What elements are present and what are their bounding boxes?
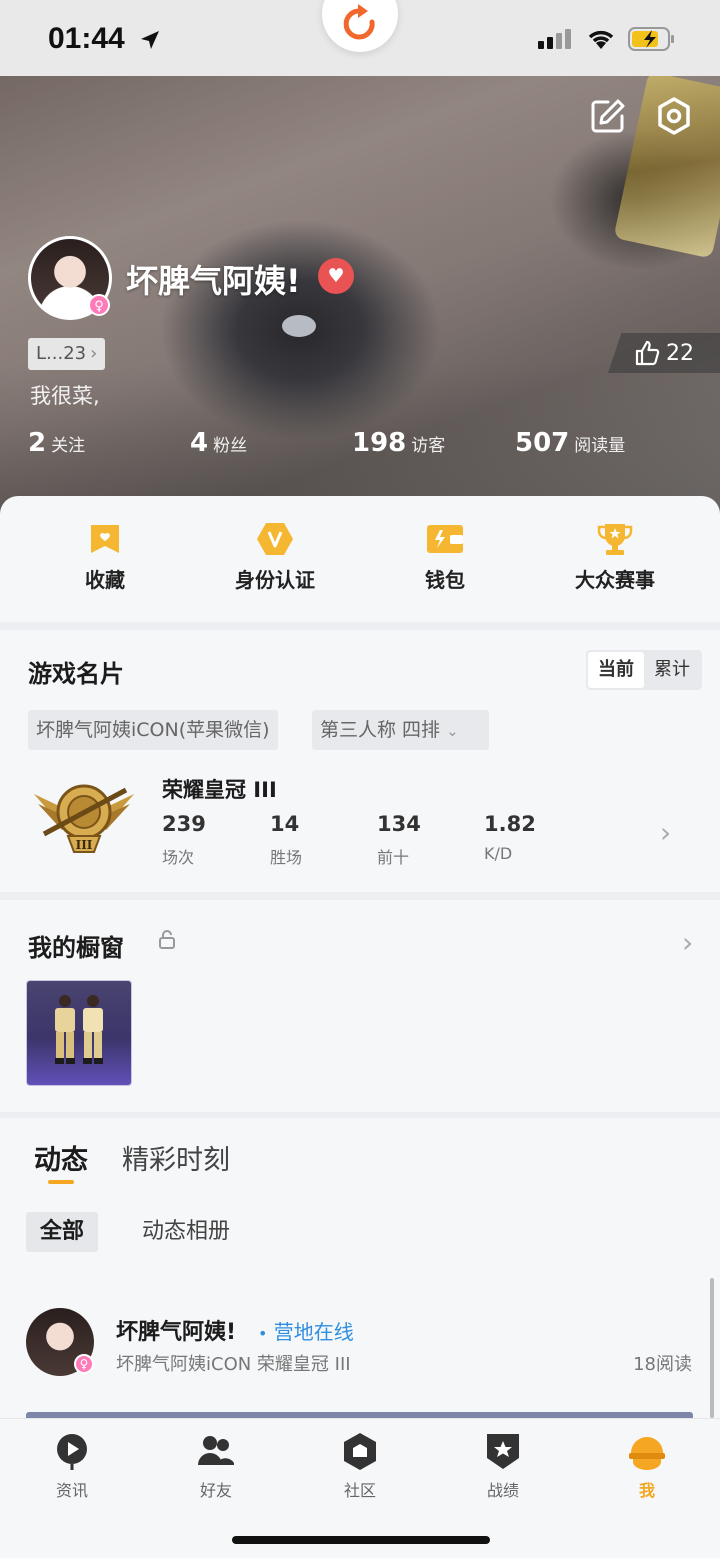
quick-actions: 收藏 身份认证 钱包 大众赛事: [0, 496, 720, 622]
like-count: 22: [666, 340, 694, 366]
toggle-cumulative[interactable]: 累计: [644, 652, 700, 688]
stat-reads[interactable]: 507 阅读量: [515, 428, 625, 468]
outfit-figures-icon: [55, 995, 103, 1064]
post-author-name[interactable]: 坏脾气阿姨!: [116, 1314, 236, 1346]
friends-icon: [198, 1436, 234, 1465]
stat-kd: 1.82 K/D: [484, 812, 536, 863]
stat-wins: 14 胜场: [270, 812, 303, 867]
post-meta: 坏脾气阿姨iCON 荣耀皇冠 III: [116, 1354, 351, 1375]
edit-icon[interactable]: [588, 96, 628, 136]
showcase-outfit-item[interactable]: [26, 980, 132, 1086]
toggle-current[interactable]: 当前: [588, 652, 644, 688]
scrollbar[interactable]: [710, 1278, 714, 1418]
chevron-right-icon[interactable]: ›: [660, 816, 671, 849]
rank-name: 荣耀皇冠 III: [162, 778, 277, 802]
profile-stats: 2 关注 4 粉丝 198 访客 507 阅读量: [28, 428, 708, 468]
wallet-icon: [427, 525, 463, 553]
subtab-all[interactable]: 全部: [26, 1212, 99, 1252]
online-status: • 营地在线: [258, 1320, 354, 1344]
profile-bio: 我很菜,: [30, 384, 100, 408]
game-card: 游戏名片 当前 累计 坏脾气阿姨iCON(苹果微信) 第三人称 四排 ⌄ III…: [0, 630, 720, 892]
thumbs-up-icon: [635, 340, 660, 366]
stat-following[interactable]: 2 关注: [28, 428, 190, 468]
svg-text:III: III: [76, 838, 93, 852]
game-account-chip[interactable]: 坏脾气阿姨iCON(苹果微信): [28, 710, 278, 750]
tab-highlights[interactable]: 精彩时刻: [122, 1138, 230, 1177]
subtab-album[interactable]: 动态相册: [128, 1212, 244, 1252]
game-mode-select[interactable]: 第三人称 四排 ⌄: [312, 710, 489, 750]
refresh-icon: [343, 4, 375, 40]
status-time: 01:44: [48, 22, 125, 55]
chevron-right-icon: ›: [90, 343, 98, 364]
profile-username: 坏脾气阿姨!: [126, 262, 301, 300]
female-gender-icon: ♀: [88, 294, 110, 316]
community-icon: [344, 1433, 376, 1470]
game-card-title: 游戏名片: [28, 660, 124, 688]
lock-icon: [159, 930, 175, 949]
level-text: L...23: [36, 343, 87, 364]
tab-me[interactable]: 我: [597, 1431, 697, 1501]
chevron-right-icon[interactable]: ›: [682, 926, 693, 959]
trophy-icon: [597, 524, 633, 555]
quick-action-verification[interactable]: 身份认证: [205, 522, 345, 622]
wifi-icon: [588, 30, 614, 49]
stat-followers[interactable]: 4 粉丝: [190, 428, 352, 468]
chevron-down-icon: ⌄: [446, 722, 459, 740]
quick-action-wallet[interactable]: 钱包: [375, 522, 515, 622]
stats-period-toggle: 当前 累计: [586, 650, 702, 690]
tab-posts[interactable]: 动态: [34, 1138, 88, 1177]
news-icon: [57, 1434, 87, 1470]
post-read-count: 18阅读: [633, 1354, 692, 1375]
battery-charging-icon: [628, 27, 674, 51]
bookmark-icon: [91, 525, 119, 553]
quick-action-favorites[interactable]: 收藏: [35, 522, 175, 622]
home-indicator[interactable]: [232, 1536, 490, 1544]
settings-gear-icon[interactable]: [654, 96, 694, 136]
feed-section: 动态 精彩时刻 全部 动态相册 ♀ 坏脾气阿姨! • 营地在线 坏脾气阿姨iCO…: [0, 1118, 720, 1422]
stat-visitors[interactable]: 198 访客: [352, 428, 515, 468]
tab-community[interactable]: 社区: [310, 1431, 410, 1501]
showcase-section: 我的橱窗 ›: [0, 900, 720, 1112]
like-button[interactable]: 22: [608, 333, 720, 373]
online-dot-icon: •: [258, 1324, 268, 1343]
level-badge[interactable]: L...23 ›: [28, 338, 106, 370]
showcase-title: 我的橱窗: [28, 934, 124, 962]
stat-top10: 134 前十: [377, 812, 421, 867]
heart-icon[interactable]: ♥: [318, 258, 354, 294]
verified-v-icon: [257, 523, 293, 555]
tab-records[interactable]: 战绩: [453, 1431, 553, 1501]
location-arrow-icon: [141, 31, 159, 49]
record-icon: [487, 1434, 519, 1469]
rank-crown-emblem-icon: III: [34, 784, 134, 853]
cellular-signal-icon: [538, 29, 571, 49]
female-gender-icon: ♀: [74, 1354, 94, 1374]
stat-matches: 239 场次: [162, 812, 206, 867]
quick-action-events[interactable]: 大众赛事: [545, 522, 685, 622]
me-icon: [629, 1437, 665, 1470]
tab-news[interactable]: 资讯: [22, 1431, 122, 1501]
tab-friends[interactable]: 好友: [166, 1431, 266, 1501]
tab-active-indicator: [48, 1180, 74, 1184]
